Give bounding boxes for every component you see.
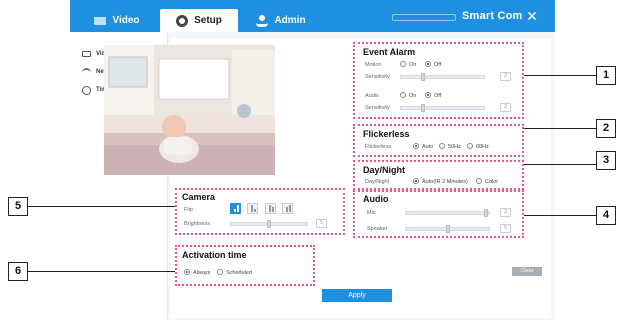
callout-3: 3 bbox=[596, 151, 616, 170]
callout-line-5 bbox=[28, 206, 175, 207]
flicker-50hz-label: 50Hz bbox=[448, 144, 461, 150]
mic-slider[interactable] bbox=[405, 209, 490, 217]
audio-title: Audio bbox=[363, 194, 389, 204]
callout-1: 1 bbox=[596, 66, 616, 85]
day-night-color-radio[interactable] bbox=[476, 178, 482, 184]
audio-sensitivity-value[interactable]: 2 bbox=[500, 103, 511, 112]
mic-label: Mic bbox=[367, 210, 376, 216]
slider-thumb[interactable] bbox=[484, 209, 488, 217]
flip-rotate-button[interactable] bbox=[282, 203, 293, 214]
speaker-value[interactable]: 5 bbox=[500, 224, 511, 233]
audio-sensitivity-label: Sensitivity bbox=[365, 105, 390, 111]
slider-thumb[interactable] bbox=[421, 73, 425, 81]
speaker-slider[interactable] bbox=[405, 225, 490, 233]
brightness-label: Brightness bbox=[184, 221, 210, 227]
day-night-auto-radio[interactable] bbox=[413, 178, 419, 184]
wifi-icon bbox=[82, 67, 91, 77]
tab-admin[interactable]: Admin bbox=[242, 9, 320, 32]
tab-video-label: Video bbox=[112, 15, 140, 26]
day-night-title: Day/Night bbox=[363, 165, 406, 175]
top-bar: Video Setup Admin Smart Com ✕ bbox=[70, 0, 555, 32]
audio-off-radio[interactable] bbox=[425, 92, 431, 98]
tab-video[interactable]: Video bbox=[78, 9, 156, 32]
callout-line-1 bbox=[524, 75, 596, 76]
callout-5: 5 bbox=[8, 197, 28, 216]
audio-alarm-label: Audio bbox=[365, 93, 380, 99]
camera-title: Camera bbox=[182, 192, 216, 202]
speaker-label: Speaker bbox=[367, 226, 388, 232]
motion-on-radio[interactable] bbox=[400, 61, 406, 67]
close-icon[interactable]: ✕ bbox=[525, 9, 539, 23]
brightness-slider[interactable] bbox=[230, 220, 308, 228]
tab-setup[interactable]: Setup bbox=[160, 9, 238, 32]
audio-off-label: Off bbox=[434, 93, 442, 99]
activation-scheduled-label: Scheduled bbox=[226, 270, 252, 276]
camera-section: Camera Flip Brightness 5 bbox=[175, 188, 345, 235]
clear-button[interactable]: Clear bbox=[512, 267, 542, 276]
day-night-label: Day/Night bbox=[365, 179, 390, 185]
flip-vertical-button[interactable] bbox=[265, 203, 276, 214]
mic-value[interactable]: 3 bbox=[500, 208, 511, 217]
gear-icon bbox=[176, 14, 189, 27]
slider-thumb[interactable] bbox=[267, 220, 271, 228]
callout-2: 2 bbox=[596, 119, 616, 138]
callout-line-2 bbox=[524, 128, 596, 129]
flicker-60hz-label: 60Hz bbox=[476, 144, 489, 150]
flicker-auto-label: Auto bbox=[422, 144, 434, 150]
tab-setup-label: Setup bbox=[194, 15, 222, 26]
event-alarm-section: Event Alarm Motion On Off Sensitivity 2 … bbox=[353, 42, 524, 119]
motion-label: Motion bbox=[365, 62, 382, 68]
motion-on-label: On bbox=[409, 62, 417, 68]
motion-sensitivity-slider[interactable] bbox=[400, 73, 485, 81]
callout-line-4 bbox=[524, 215, 596, 216]
flickerless-label: Flickerless bbox=[365, 144, 391, 150]
activation-time-section: Activation time Always Scheduled bbox=[175, 245, 315, 286]
apply-button[interactable]: Apply bbox=[322, 289, 392, 302]
flicker-60hz-radio[interactable] bbox=[467, 143, 473, 149]
brand-logo: Smart Com bbox=[462, 10, 523, 22]
motion-off-radio[interactable] bbox=[425, 61, 431, 67]
day-night-color-label: Color bbox=[485, 179, 499, 185]
flip-mirror-button[interactable] bbox=[247, 203, 258, 214]
activation-always-label: Always bbox=[193, 270, 211, 276]
camera-preview bbox=[104, 45, 275, 175]
callout-6: 6 bbox=[8, 262, 28, 281]
tab-admin-label: Admin bbox=[274, 15, 306, 26]
audio-section: Audio Mic 3 Speaker 5 bbox=[353, 190, 524, 238]
callout-4: 4 bbox=[596, 206, 616, 225]
activation-scheduled-radio[interactable] bbox=[217, 269, 223, 275]
motion-sensitivity-label: Sensitivity bbox=[365, 74, 390, 80]
clock-icon bbox=[82, 85, 91, 95]
brightness-value[interactable]: 5 bbox=[316, 219, 327, 228]
monitor-icon bbox=[82, 51, 91, 57]
audio-on-radio[interactable] bbox=[400, 92, 406, 98]
flicker-auto-radio[interactable] bbox=[413, 143, 419, 149]
motion-sensitivity-value[interactable]: 2 bbox=[500, 72, 511, 81]
flip-normal-button[interactable] bbox=[230, 203, 241, 214]
model-name-box bbox=[392, 14, 456, 21]
motion-off-label: Off bbox=[434, 62, 442, 68]
flickerless-title: Flickerless bbox=[363, 129, 410, 139]
flip-label: Flip bbox=[184, 207, 193, 213]
audio-on-label: On bbox=[409, 93, 417, 99]
event-alarm-title: Event Alarm bbox=[363, 47, 416, 57]
activation-always-radio[interactable] bbox=[184, 269, 190, 275]
callout-line-3 bbox=[524, 164, 596, 165]
camera-preview-image bbox=[104, 45, 275, 175]
day-night-auto-label: Auto(IR 2 Minutes) bbox=[422, 179, 468, 185]
flickerless-section: Flickerless Flickerless Auto 50Hz 60Hz bbox=[353, 124, 524, 157]
flicker-50hz-radio[interactable] bbox=[439, 143, 445, 149]
slider-thumb[interactable] bbox=[446, 225, 450, 233]
callout-line-6 bbox=[28, 271, 175, 272]
audio-sensitivity-slider[interactable] bbox=[400, 104, 485, 112]
slider-thumb[interactable] bbox=[421, 104, 425, 112]
video-icon bbox=[94, 16, 107, 25]
day-night-section: Day/Night Day/Night Auto(IR 2 Minutes) C… bbox=[353, 160, 524, 190]
admin-icon bbox=[256, 14, 269, 27]
activation-title: Activation time bbox=[182, 250, 247, 260]
